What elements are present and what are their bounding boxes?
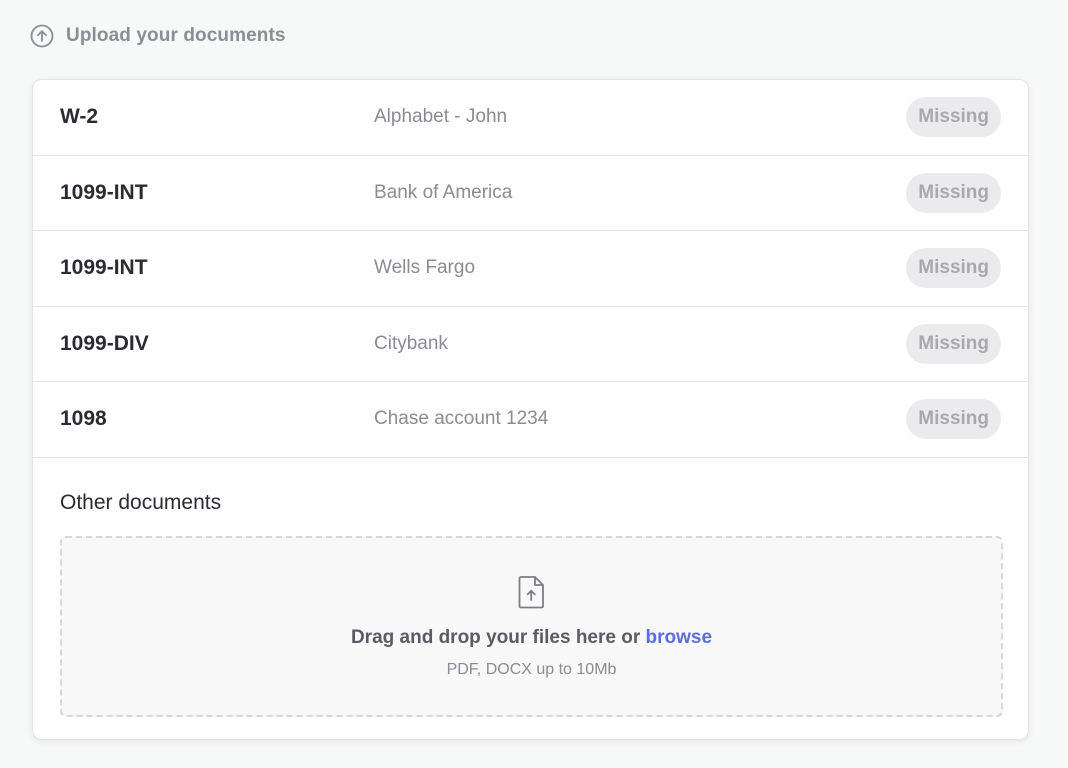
dropzone-instructions: Drag and drop your files here or browse: [351, 627, 712, 649]
document-type: W-2: [60, 105, 99, 129]
status-badge: Missing: [906, 248, 1001, 289]
document-issuer: Alphabet - John: [374, 106, 508, 128]
status-badge: Missing: [906, 323, 1001, 364]
page-title: Upload your documents: [66, 25, 286, 46]
file-dropzone[interactable]: Drag and drop your files here or browse …: [60, 535, 1003, 717]
upload-documents-page: Upload your documents W-2 Alphabet - Joh…: [0, 0, 1068, 768]
table-row[interactable]: 1099-INT Bank of America Missing: [33, 156, 1028, 231]
table-row[interactable]: 1098 Chase account 1234 Missing: [33, 382, 1028, 458]
status-badge: Missing: [906, 399, 1001, 440]
table-row[interactable]: 1099-INT Wells Fargo Missing: [33, 231, 1028, 307]
document-type: 1099-INT: [60, 256, 148, 280]
file-type-hint: PDF, DOCX up to 10Mb: [446, 660, 617, 678]
document-issuer: Chase account 1234: [374, 408, 549, 430]
file-upload-icon: [518, 575, 544, 608]
document-issuer: Wells Fargo: [374, 257, 476, 279]
document-type: 1099-DIV: [60, 331, 149, 355]
table-row[interactable]: W-2 Alphabet - John Missing: [33, 80, 1028, 156]
other-documents-title: Other documents: [60, 490, 222, 514]
browse-link[interactable]: browse: [646, 627, 713, 648]
document-type: 1099-INT: [60, 180, 148, 204]
documents-card: W-2 Alphabet - John Missing 1099-INT Ban…: [32, 79, 1029, 740]
document-issuer: Citybank: [374, 332, 448, 354]
status-badge: Missing: [906, 172, 1001, 213]
other-documents-section: Other documents Drag and drop your files…: [33, 458, 1028, 717]
section-header: Upload your documents: [30, 22, 286, 50]
dropzone-text: Drag and drop your files here or: [350, 626, 646, 648]
document-type: 1098: [60, 407, 107, 431]
table-row[interactable]: 1099-DIV Citybank Missing: [33, 307, 1028, 382]
document-issuer: Bank of America: [374, 181, 513, 203]
upload-circle-icon: [30, 24, 54, 48]
status-badge: Missing: [906, 97, 1001, 138]
